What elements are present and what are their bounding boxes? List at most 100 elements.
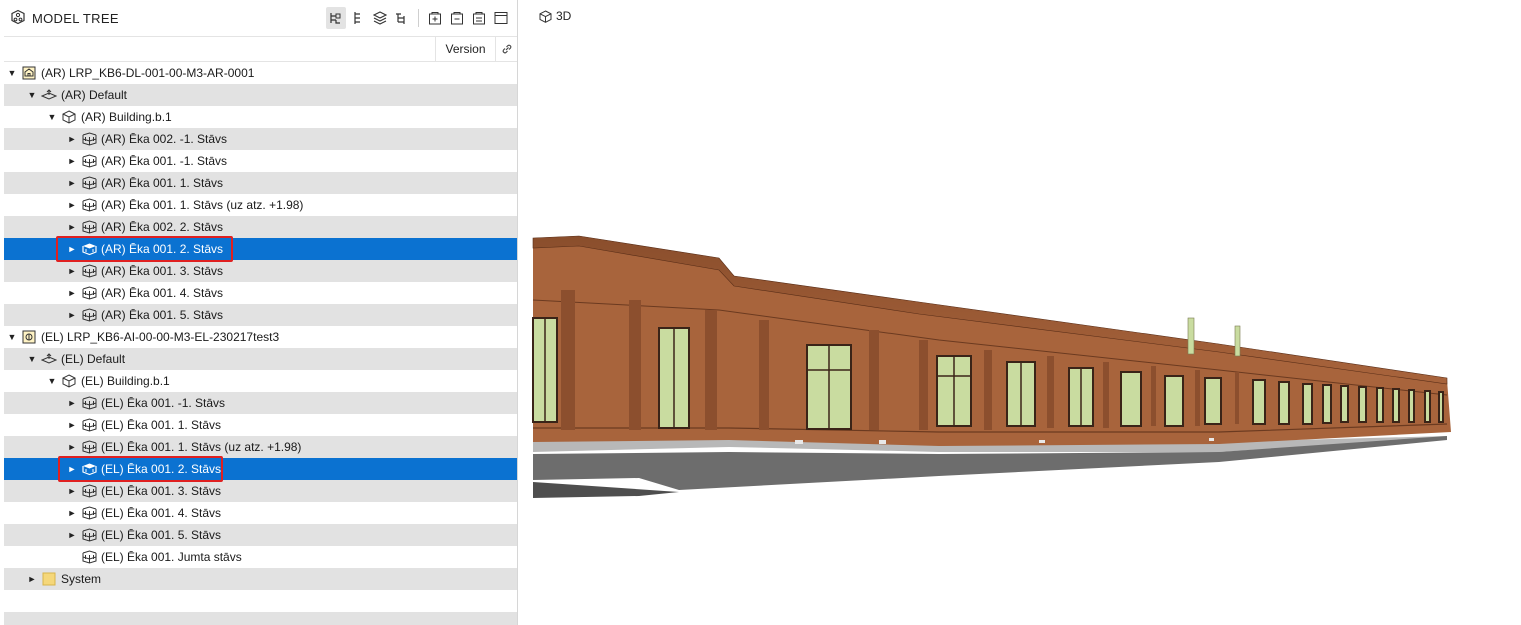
- collapse-all-button[interactable]: [447, 7, 467, 29]
- tree-row[interactable]: ► (AR) Ēka 001. 1. Stāvs: [4, 172, 517, 194]
- expand-arrow-icon[interactable]: ►: [66, 414, 78, 436]
- tree-row[interactable]: ▼ (AR) Building.b.1: [4, 106, 517, 128]
- version-column-header[interactable]: Version: [435, 37, 495, 61]
- tree-row[interactable]: ► (EL) Ēka 001. 1. Stāvs (uz atz. +1.98): [4, 436, 517, 458]
- tree-row[interactable]: ► (AR) Ēka 001. 2. Stāvs: [4, 238, 517, 260]
- expand-arrow-icon[interactable]: ►: [66, 502, 78, 524]
- tree-row[interactable]: ► (AR) Ēka 001. 4. Stāvs: [4, 282, 517, 304]
- collapse-arrow-icon[interactable]: ▼: [46, 370, 58, 392]
- collapse-arrow-icon[interactable]: ▼: [46, 106, 58, 128]
- tree-row-label: (EL) Default: [61, 352, 126, 366]
- tree-row[interactable]: ► (AR) Ēka 001. -1. Stāvs: [4, 150, 517, 172]
- expand-arrow-icon[interactable]: ►: [66, 282, 78, 304]
- panel-layout-button[interactable]: [491, 7, 511, 29]
- tree-row-label: (AR) Default: [61, 88, 128, 102]
- tree-row-label: (AR) Building.b.1: [81, 110, 172, 124]
- layer-default-icon: [41, 351, 57, 367]
- tree-row-label: (AR) Ēka 001. 5. Stāvs: [101, 308, 224, 322]
- expand-arrow-icon[interactable]: ►: [66, 480, 78, 502]
- model-tree-icon: [10, 9, 26, 28]
- panel-title: MODEL TREE: [32, 10, 119, 26]
- expand-arrow-icon[interactable]: ►: [66, 260, 78, 282]
- expand-arrow-icon[interactable]: ►: [66, 150, 78, 172]
- tree-row-label: (EL) Ēka 001. 4. Stāvs: [101, 506, 222, 520]
- tree-row-label: (EL) LRP_KB6-AI-00-00-M3-EL-230217test3: [41, 330, 280, 344]
- tree-row[interactable]: ▼ (AR) Default: [4, 84, 517, 106]
- model-tree-panel: MODEL TREE Version ▼ (AR) LRP_KB6-DL-001…: [4, 0, 518, 625]
- tree-row[interactable]: ► (AR) Ēka 002. 2. Stāvs: [4, 216, 517, 238]
- tree-row-label: (AR) Ēka 001. 3. Stāvs: [101, 264, 224, 278]
- collapse-arrow-icon[interactable]: ▼: [26, 348, 38, 370]
- tree-row[interactable]: ► (EL) Ēka 001. -1. Stāvs: [4, 392, 517, 414]
- storey-icon: [81, 263, 97, 279]
- tree-row[interactable]: ▼ (EL) LRP_KB6-AI-00-00-M3-EL-230217test3: [4, 326, 517, 348]
- expand-arrow-icon[interactable]: ►: [66, 216, 78, 238]
- column-header: Version: [4, 37, 517, 62]
- tree-row[interactable]: ► (EL) Ēka 001. 2. Stāvs: [4, 458, 517, 480]
- tree-toolbar: [326, 7, 511, 29]
- building-model-render[interactable]: [519, 0, 1521, 625]
- tree-row[interactable]: ► (EL) Ēka 001. 1. Stāvs: [4, 414, 517, 436]
- expand-arrow-icon[interactable]: ►: [66, 392, 78, 414]
- building-base-lower: [533, 482, 679, 498]
- tree-row-label: (EL) Ēka 001. -1. Stāvs: [101, 396, 226, 410]
- expand-arrow-icon[interactable]: ►: [66, 238, 78, 260]
- tree-row-label: (AR) LRP_KB6-DL-001-00-M3-AR-0001: [41, 66, 255, 80]
- tree-row[interactable]: ► (AR) Ēka 001. 1. Stāvs (uz atz. +1.98): [4, 194, 517, 216]
- tree-row-label: (EL) Ēka 001. 1. Stāvs: [101, 418, 222, 432]
- box-options-button[interactable]: [469, 7, 489, 29]
- tree-row-label: (AR) Ēka 001. 1. Stāvs: [101, 176, 224, 190]
- expand-arrow-icon[interactable]: ►: [26, 568, 38, 590]
- tree-row[interactable]: ► (AR) Ēka 001. 5. Stāvs: [4, 304, 517, 326]
- tree-row[interactable]: ► System: [4, 568, 517, 590]
- expand-arrow-icon[interactable]: ►: [66, 458, 78, 480]
- tree-row[interactable]: (EL) Ēka 001. Jumta stāvs: [4, 546, 517, 568]
- tree-row[interactable]: ▼ (AR) LRP_KB6-DL-001-00-M3-AR-0001: [4, 62, 517, 84]
- storey-icon: [81, 131, 97, 147]
- box-list-icon: [473, 12, 485, 25]
- tree-row-label: System: [61, 572, 102, 586]
- layer-default-icon: [41, 87, 57, 103]
- storey-icon: [81, 395, 97, 411]
- expand-arrow-icon[interactable]: ►: [66, 436, 78, 458]
- tree-row[interactable]: ▼ (EL) Building.b.1: [4, 370, 517, 392]
- expand-arrow-icon[interactable]: ►: [66, 304, 78, 326]
- tree-row-label: (AR) Ēka 001. 4. Stāvs: [101, 286, 224, 300]
- link-column-header[interactable]: [495, 37, 517, 61]
- tree-rows: ▼ (AR) LRP_KB6-DL-001-00-M3-AR-0001 ▼ (AR) …: [4, 62, 517, 625]
- expand-all-button[interactable]: [425, 7, 445, 29]
- tree-row[interactable]: ▼ (EL) Default: [4, 348, 517, 370]
- expand-arrow-icon[interactable]: ►: [66, 172, 78, 194]
- expand-arrow-icon[interactable]: ►: [66, 194, 78, 216]
- tree-row-label: (EL) Ēka 001. Jumta stāvs: [101, 550, 242, 564]
- expand-arrow-icon[interactable]: ►: [66, 128, 78, 150]
- spatial-tree-button[interactable]: [392, 7, 412, 29]
- tree-title-wrap: MODEL TREE: [10, 9, 326, 28]
- storey-icon: [81, 527, 97, 543]
- collapse-arrow-icon[interactable]: ▼: [6, 326, 18, 348]
- hierarchy-view-button[interactable]: [326, 7, 346, 29]
- storey-icon: [81, 197, 97, 213]
- storey-icon: [81, 483, 97, 499]
- arrow-spacer: [66, 546, 78, 568]
- tree-row[interactable]: ► (AR) Ēka 001. 3. Stāvs: [4, 260, 517, 282]
- storey-icon: [81, 241, 97, 257]
- tree-row[interactable]: ► (EL) Ēka 001. 3. Stāvs: [4, 480, 517, 502]
- tree-row[interactable]: ► (AR) Ēka 002. -1. Stāvs: [4, 128, 517, 150]
- collapse-arrow-icon[interactable]: ▼: [26, 84, 38, 106]
- collapse-arrow-icon[interactable]: ▼: [6, 62, 18, 84]
- collapse-box-icon: [451, 12, 463, 25]
- 3d-viewport[interactable]: 3D: [519, 0, 1521, 625]
- expand-arrow-icon[interactable]: ►: [66, 524, 78, 546]
- layers-icon: [373, 11, 387, 25]
- tree-row[interactable]: ► (EL) Ēka 001. 5. Stāvs: [4, 524, 517, 546]
- ar-model-icon: [21, 65, 37, 81]
- tree-list-button[interactable]: [348, 7, 368, 29]
- tree-row[interactable]: ► (EL) Ēka 001. 4. Stāvs: [4, 502, 517, 524]
- tree-row-label: (EL) Building.b.1: [81, 374, 170, 388]
- storey-icon: [81, 153, 97, 169]
- tree-row-label: (EL) Ēka 001. 2. Stāvs: [101, 462, 222, 476]
- tree-row-label: (EL) Ēka 001. 3. Stāvs: [101, 484, 222, 498]
- layers-button[interactable]: [370, 7, 390, 29]
- building-cube-icon: [61, 109, 77, 125]
